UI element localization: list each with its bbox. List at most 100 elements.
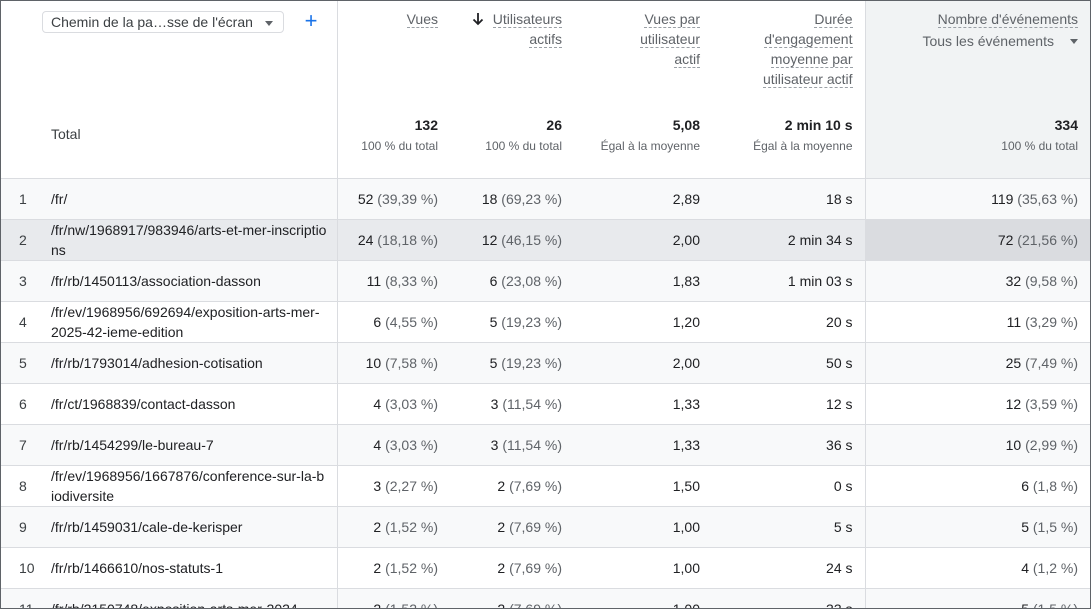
users-cell: 12 (46,15 %) [450, 219, 574, 261]
users-cell: 5 (19,23 %) [450, 301, 574, 343]
events-cell: 5 (1,5 %) [865, 588, 1090, 609]
cell-percent: (1,52 %) [385, 601, 438, 609]
cell-percent: (3,29 %) [1025, 314, 1078, 330]
totals-row: Total 132 100 % du total 26 100 % du tot… [1, 114, 1090, 179]
cell-value: 4 [373, 437, 382, 453]
column-header-events[interactable]: Nombre d'événements Tous les événements [865, 1, 1090, 114]
table-row[interactable]: 2/fr/nw/1968917/983946/arts-et-mer-inscr… [1, 219, 1090, 261]
cell-value: 4 [373, 396, 382, 412]
cell-value: 5 [1021, 519, 1029, 535]
events-cell: 25 (7,49 %) [865, 342, 1090, 384]
cell-percent: (9,58 %) [1025, 273, 1078, 289]
cell-percent: (3,59 %) [1025, 396, 1078, 412]
engagement-cell: 12 s [712, 383, 866, 425]
page-path-link[interactable]: /fr/rb/1793014/adhesion-cotisation [42, 342, 338, 384]
cell-value: 5 [1021, 601, 1029, 609]
cell-value: 3 [373, 478, 382, 494]
cell-percent: (23,08 %) [501, 273, 562, 289]
page-path-link[interactable]: /fr/rb/1466610/nos-statuts-1 [42, 547, 338, 589]
cell-percent: (1,52 %) [385, 560, 438, 576]
views-cell: 4 (3,03 %) [337, 383, 450, 425]
table-row[interactable]: 9/fr/rb/1459031/cale-de-kerisper 2 (1,52 … [1, 506, 1090, 548]
users-cell: 18 (69,23 %) [450, 178, 574, 220]
arrow-down-icon [472, 13, 483, 26]
cell-percent: (1,8 %) [1032, 478, 1078, 494]
page-path-link[interactable]: /fr/rb/1459031/cale-de-kerisper [42, 506, 338, 548]
page-path-link[interactable]: /fr/ev/1968956/692694/exposition-arts-me… [42, 301, 338, 343]
add-dimension-button[interactable]: + [301, 9, 321, 33]
page-path-link[interactable]: /fr/rb/1450113/association-dasson [42, 260, 338, 302]
events-cell: 5 (1,5 %) [865, 506, 1090, 548]
header-label: d'engagement [764, 31, 853, 48]
table-body: 1/fr/52 (39,39 %) 18 (69,23 %) 2,89 18 s 119… [1, 178, 1090, 609]
cell-value: 10 [1005, 437, 1022, 453]
page-path-link[interactable]: /fr/rb/1454299/le-bureau-7 [42, 424, 338, 466]
column-header-views[interactable]: Vues [337, 1, 450, 114]
cell-percent: (2,99 %) [1025, 437, 1078, 453]
views-per-user-cell: 1,20 [574, 301, 712, 343]
column-header-engagement[interactable]: Durée d'engagement moyenne par utilisate… [712, 1, 866, 114]
engagement-cell: 1 min 03 s [712, 260, 866, 302]
cell-value: 4 [1021, 560, 1029, 576]
cell-value: 6 [1021, 478, 1029, 494]
engagement-cell: 24 s [712, 547, 866, 589]
views-per-user-cell: 1,50 [574, 465, 712, 507]
engagement-cell: 20 s [712, 301, 866, 343]
table-row[interactable]: 4/fr/ev/1968956/692694/exposition-arts-m… [1, 301, 1090, 343]
users-cell: 2 (7,69 %) [450, 465, 574, 507]
total-engagement: 2 min 10 s Égal à la moyenne [712, 114, 866, 179]
page-path-link[interactable]: /fr/nw/1968917/983946/arts-et-mer-inscri… [42, 219, 338, 261]
cell-percent: (3,03 %) [385, 396, 438, 412]
cell-percent: (2,27 %) [385, 478, 438, 494]
page-path-link[interactable]: /fr/ct/1968839/contact-dasson [42, 383, 338, 425]
table-row[interactable]: 10/fr/rb/1466610/nos-statuts-1 2 (1,52 %)… [1, 547, 1090, 589]
cell-percent: (11,54 %) [502, 396, 562, 412]
cell-percent: (1,2 %) [1032, 560, 1078, 576]
users-cell: 3 (11,54 %) [450, 383, 574, 425]
engagement-cell: 33 s [712, 588, 866, 608]
cell-value: 2 [497, 560, 506, 576]
total-value: 334 [1054, 117, 1078, 133]
table-row[interactable]: 1/fr/52 (39,39 %) 18 (69,23 %) 2,89 18 s 119… [1, 178, 1090, 220]
cell-value: 3 [490, 437, 499, 453]
page-path-link[interactable]: /fr/rb/2150748/exposition-arts-mer-2024 [42, 588, 338, 608]
page-path-link[interactable]: /fr/ [42, 178, 338, 220]
row-index: 5 [1, 342, 42, 384]
column-header-views-per-user[interactable]: Vues par utilisateur actif [574, 1, 712, 114]
chevron-down-icon [265, 21, 273, 26]
page-path-link[interactable]: /fr/ev/1968956/1667876/conference-sur-la… [42, 465, 338, 507]
users-cell: 6 (23,08 %) [450, 260, 574, 302]
users-cell: 2 (7,69 %) [450, 547, 574, 589]
total-subtext: Égal à la moyenne [600, 139, 700, 153]
views-cell: 52 (39,39 %) [337, 178, 450, 220]
engagement-cell: 2 min 34 s [712, 219, 866, 261]
cell-percent: (39,39 %) [377, 191, 438, 207]
row-index: 1 [1, 178, 42, 220]
views-per-user-cell: 2,00 [574, 342, 712, 384]
table-row[interactable]: 8/fr/ev/1968956/1667876/conference-sur-l… [1, 465, 1090, 507]
events-cell: 32 (9,58 %) [865, 260, 1090, 302]
dimension-select[interactable]: Chemin de la pa…sse de l'écran [42, 11, 284, 33]
cell-value: 25 [1005, 355, 1022, 371]
events-cell: 12 (3,59 %) [865, 383, 1090, 425]
table-row[interactable]: 5/fr/rb/1793014/adhesion-cotisation 10 (7… [1, 342, 1090, 384]
events-cell: 11 (3,29 %) [865, 301, 1090, 343]
row-index: 8 [1, 465, 42, 507]
row-index: 6 [1, 383, 42, 425]
views-per-user-cell: 2,00 [574, 219, 712, 261]
table-row[interactable]: 3/fr/rb/1450113/association-dasson 11 (8,… [1, 260, 1090, 302]
events-filter-select[interactable]: Tous les événements [922, 31, 1078, 51]
cell-percent: (46,15 %) [501, 232, 562, 248]
table-row[interactable]: 11/fr/rb/2150748/exposition-arts-mer-202… [1, 588, 1090, 609]
row-index: 3 [1, 260, 42, 302]
table-row[interactable]: 7/fr/rb/1454299/le-bureau-7 4 (3,03 %) 3 (… [1, 424, 1090, 466]
cell-percent: (18,18 %) [377, 232, 438, 248]
cell-percent: (8,33 %) [385, 273, 438, 289]
column-header-active-users[interactable]: Utilisateurs actifs [450, 1, 574, 114]
total-value: 2 min 10 s [784, 117, 853, 133]
cell-value: 5 [489, 314, 498, 330]
row-index: 2 [1, 219, 42, 261]
table-row[interactable]: 6/fr/ct/1968839/contact-dasson 4 (3,03 %)… [1, 383, 1090, 425]
header-label: Nombre d'événements [937, 11, 1078, 28]
data-table: Vues Utilisateurs actifs Vues par utilis… [1, 1, 1090, 609]
